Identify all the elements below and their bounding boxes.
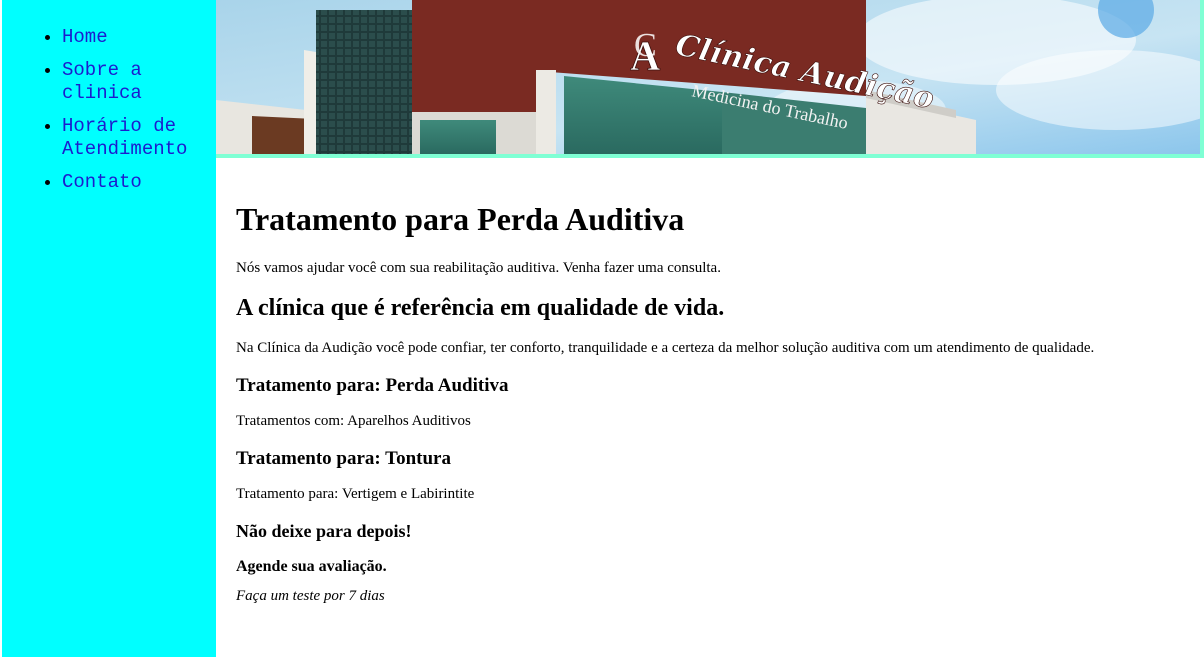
cta-schedule-text: Agende sua avaliação.	[236, 558, 387, 575]
nav-link-contact[interactable]: Contato	[62, 171, 142, 193]
svg-text:C: C	[634, 27, 657, 64]
nav-item-home: Home	[62, 26, 216, 49]
nav-link-home[interactable]: Home	[62, 26, 108, 48]
sidebar-nav: Home Sobre a clinica Horário de Atendime…	[2, 0, 216, 657]
nav-list: Home Sobre a clinica Horário de Atendime…	[2, 26, 216, 204]
treatment-heading-hearing-loss: Tratamento para: Perda Auditiva	[236, 375, 509, 396]
nav-link-about[interactable]: Sobre a clinica	[62, 59, 142, 104]
header-banner-image: A C Clínica Audição Medicina do Trabalho	[216, 0, 1204, 158]
nav-item-about: Sobre a clinica	[62, 59, 216, 105]
treatment-heading-dizziness: Tratamento para: Tontura	[236, 448, 451, 469]
nav-item-hours: Horário de Atendimento	[62, 115, 216, 161]
section-subtitle: A clínica que é referência em qualidade …	[236, 295, 725, 321]
cta-trial-text: Faça um teste por 7 dias	[236, 588, 385, 604]
treatment-text-hearing-aids: Tratamentos com: Aparelhos Auditivos	[236, 413, 471, 429]
nav-item-contact: Contato	[62, 171, 216, 194]
nav-link-hours[interactable]: Horário de Atendimento	[62, 115, 187, 160]
intro-text: Nós vamos ajudar você com sua reabilitaç…	[236, 260, 721, 276]
description-text: Na Clínica da Audição você pode confiar,…	[236, 340, 1095, 356]
main-content: Tratamento para Perda Auditiva Nós vamos…	[236, 186, 1176, 623]
cta-heading: Não deixe para depois!	[236, 521, 412, 541]
treatment-text-vertigo: Tratamento para: Vertigem e Labirintite	[236, 486, 475, 502]
page-title: Tratamento para Perda Auditiva	[236, 201, 685, 237]
